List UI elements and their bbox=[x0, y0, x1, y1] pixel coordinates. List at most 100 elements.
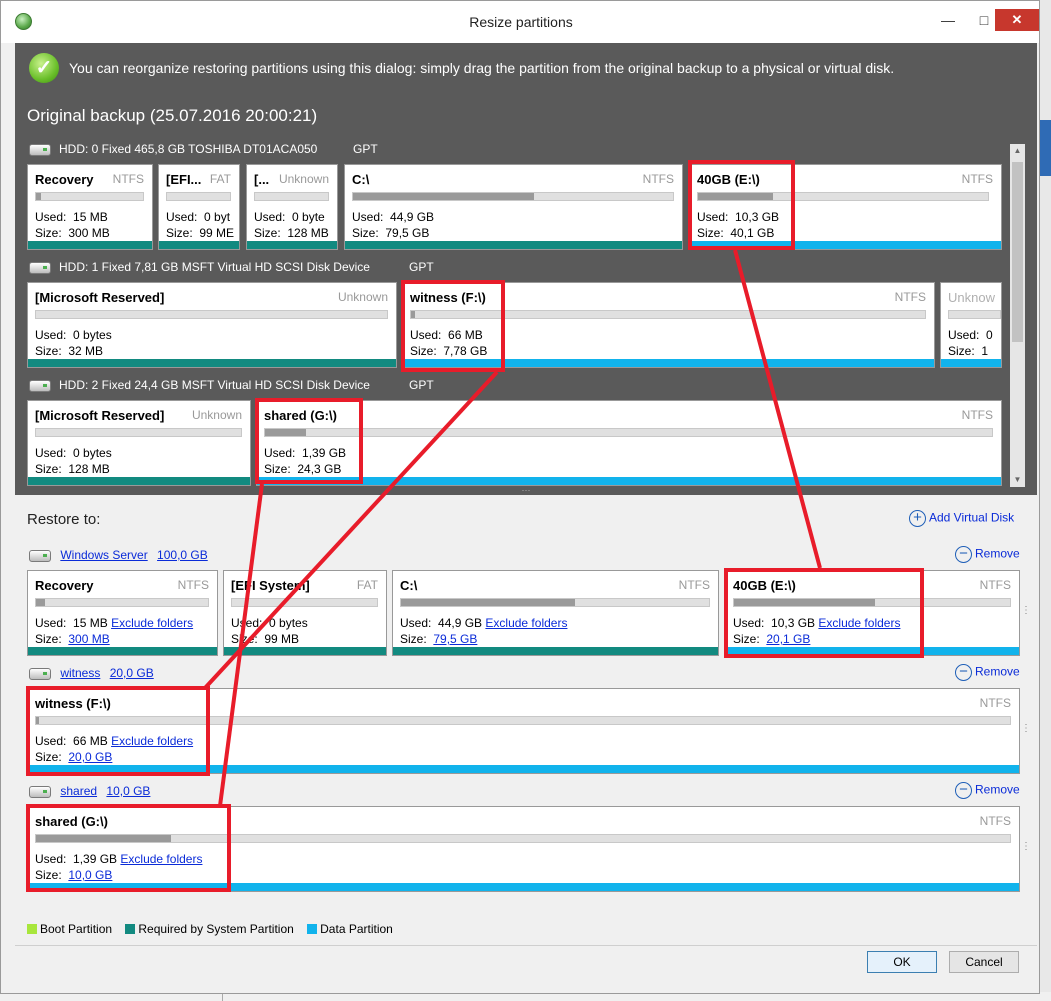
used-value: Used: 10,3 GB Exclude folders bbox=[733, 616, 901, 630]
resize-grip-icon[interactable]: ⋮ bbox=[1021, 606, 1031, 621]
partition-legend: Boot Partition Required by System Partit… bbox=[27, 922, 403, 936]
disk-scheme: GPT bbox=[353, 142, 378, 156]
exclude-folders-link[interactable]: Exclude folders bbox=[111, 616, 193, 630]
size-link[interactable]: 79,5 GB bbox=[433, 632, 477, 646]
cancel-button[interactable]: Cancel bbox=[949, 951, 1019, 973]
orig-partition-witness-f[interactable]: witness (F:\) NTFS Used: 66 MB Size: 7,7… bbox=[402, 282, 935, 368]
partition-fs: NTFS bbox=[642, 172, 674, 186]
partition-name: Unknow bbox=[948, 290, 995, 305]
partition-name: C:\ bbox=[400, 578, 418, 593]
minimize-button[interactable]: — bbox=[933, 9, 963, 31]
orig-partition-ms-reserved-2[interactable]: [Microsoft Reserved] Unknown Used: 0 byt… bbox=[27, 400, 251, 486]
restore-partition-c[interactable]: C:\ NTFS Used: 44,9 GB Exclude folders S… bbox=[392, 570, 719, 656]
orig-partition-40gb-e[interactable]: 40GB (E:\) NTFS Used: 10,3 GB Size: 40,1… bbox=[689, 164, 1002, 250]
orig-partition-unknown-2[interactable]: Unknow Used: 0 Size: 1 bbox=[940, 282, 1002, 368]
orig-partition-unknown[interactable]: [... Unknown Used: 0 byte Size: 128 MB bbox=[246, 164, 338, 250]
usage-bar bbox=[35, 428, 242, 437]
type-strip bbox=[345, 241, 682, 249]
disk-capacity-link[interactable]: 100,0 GB bbox=[157, 548, 208, 562]
hard-drive-icon bbox=[29, 143, 51, 156]
restore-partition-efi-system[interactable]: [EFI System] FAT Used: 0 bytes Size: 99 … bbox=[223, 570, 387, 656]
resize-grip-icon[interactable]: ⋮ bbox=[1021, 724, 1031, 739]
size-link[interactable]: 20,0 GB bbox=[68, 750, 112, 764]
used-value: Used: 15 MB Exclude folders bbox=[35, 616, 194, 630]
legend-boot: Boot Partition bbox=[27, 922, 112, 936]
partition-fs: NTFS bbox=[961, 408, 993, 422]
remove-disk-2-button[interactable]: − Remove bbox=[955, 782, 1020, 799]
window-title: Resize partitions bbox=[469, 14, 573, 30]
type-strip bbox=[690, 241, 1001, 249]
orig-partition-recovery[interactable]: Recovery NTFS Used: 15 MB Size: 300 MB bbox=[27, 164, 153, 250]
type-strip bbox=[28, 647, 217, 655]
size-link[interactable]: 10,0 GB bbox=[68, 868, 112, 882]
usage-bar bbox=[35, 598, 209, 607]
size-value: Size: 128 MB bbox=[254, 226, 329, 240]
ok-button[interactable]: OK bbox=[867, 951, 937, 973]
size-value: Size: 99 ME bbox=[166, 226, 235, 240]
resize-grip-icon[interactable]: ⋮ bbox=[1021, 842, 1031, 857]
remove-disk-1-button[interactable]: − Remove bbox=[955, 664, 1020, 681]
type-strip bbox=[403, 359, 934, 367]
exclude-folders-link[interactable]: Exclude folders bbox=[485, 616, 567, 630]
original-panel-scrollbar[interactable]: ▲ ▼ bbox=[1010, 144, 1025, 487]
partition-name: [EFI... bbox=[166, 172, 202, 187]
usage-bar bbox=[35, 192, 144, 201]
restore-partition-40gb-e[interactable]: 40GB (E:\) NTFS Used: 10,3 GB Exclude fo… bbox=[725, 570, 1020, 656]
exclude-folders-link[interactable]: Exclude folders bbox=[818, 616, 900, 630]
orig-partition-c[interactable]: C:\ NTFS Used: 44,9 GB Size: 79,5 GB bbox=[344, 164, 683, 250]
minus-circle-icon: − bbox=[955, 782, 972, 799]
scroll-thumb[interactable] bbox=[1012, 162, 1023, 342]
used-value: Used: 0 bytes bbox=[35, 446, 112, 460]
disk-capacity-link[interactable]: 10,0 GB bbox=[106, 784, 150, 798]
size-link[interactable]: 300 MB bbox=[68, 632, 109, 646]
minus-circle-icon: − bbox=[955, 546, 972, 563]
disk-capacity-link[interactable]: 20,0 GB bbox=[110, 666, 154, 680]
usage-bar bbox=[400, 598, 710, 607]
size-value: Size: 1 bbox=[948, 344, 989, 358]
scroll-down-icon[interactable]: ▼ bbox=[1010, 473, 1025, 487]
usage-bar bbox=[733, 598, 1011, 607]
partition-name: 40GB (E:\) bbox=[733, 578, 796, 593]
type-strip bbox=[159, 241, 239, 249]
disk-name-link[interactable]: shared bbox=[60, 784, 97, 798]
restore-disk-1-header: witness 20,0 GB bbox=[29, 665, 154, 681]
close-button[interactable]: ✕ bbox=[995, 9, 1039, 31]
restore-partition-witness-f[interactable]: witness (F:\) NTFS Used: 66 MB Exclude f… bbox=[27, 688, 1020, 774]
partition-name: shared (G:\) bbox=[264, 408, 337, 423]
panel-splitter[interactable]: ⋯ bbox=[15, 486, 1037, 495]
size-value: Size: 79,5 GB bbox=[400, 632, 478, 646]
partition-fs: Unknown bbox=[278, 172, 329, 186]
original-disk-2-header: HDD: 2 Fixed 24,4 GB MSFT Virtual HD SCS… bbox=[29, 377, 434, 393]
restore-partition-shared-g[interactable]: shared (G:\) NTFS Used: 1,39 GB Exclude … bbox=[27, 806, 1020, 892]
original-backup-title: Original backup (25.07.2016 20:00:21) bbox=[27, 106, 318, 125]
exclude-folders-link[interactable]: Exclude folders bbox=[111, 734, 193, 748]
size-value: Size: 20,0 GB bbox=[35, 750, 113, 764]
size-link[interactable]: 20,1 GB bbox=[766, 632, 810, 646]
orig-partition-shared-g[interactable]: shared (G:\) NTFS Used: 1,39 GB Size: 24… bbox=[256, 400, 1002, 486]
orig-partition-efi[interactable]: [EFI... FAT Used: 0 byt Size: 99 ME bbox=[158, 164, 240, 250]
used-value: Used: 1,39 GB bbox=[264, 446, 347, 460]
hard-drive-icon bbox=[29, 261, 51, 274]
partition-fs: NTFS bbox=[961, 172, 993, 186]
used-value: Used: 66 MB bbox=[410, 328, 483, 342]
disk-scheme: GPT bbox=[409, 378, 434, 392]
disk-name-link[interactable]: Windows Server bbox=[60, 548, 147, 562]
restore-partition-recovery[interactable]: Recovery NTFS Used: 15 MB Exclude folder… bbox=[27, 570, 218, 656]
scroll-up-icon[interactable]: ▲ bbox=[1010, 144, 1025, 158]
partition-name: [... bbox=[254, 172, 270, 187]
add-virtual-disk-button[interactable]: + Add Virtual Disk bbox=[909, 510, 1014, 527]
usage-bar bbox=[35, 716, 1011, 725]
remove-disk-0-button[interactable]: − Remove bbox=[955, 546, 1020, 563]
used-value: Used: 1,39 GB Exclude folders bbox=[35, 852, 203, 866]
used-value: Used: 66 MB Exclude folders bbox=[35, 734, 194, 748]
usage-bar bbox=[352, 192, 674, 201]
size-value: Size: 32 MB bbox=[35, 344, 104, 358]
type-strip bbox=[941, 359, 1001, 367]
type-strip bbox=[28, 765, 1019, 773]
disk-name-link[interactable]: witness bbox=[60, 666, 100, 680]
partition-name: [Microsoft Reserved] bbox=[35, 408, 165, 423]
exclude-folders-link[interactable]: Exclude folders bbox=[120, 852, 202, 866]
orig-partition-ms-reserved-1[interactable]: [Microsoft Reserved] Unknown Used: 0 byt… bbox=[27, 282, 397, 368]
size-value: Size: 10,0 GB bbox=[35, 868, 113, 882]
size-value: Size: 40,1 GB bbox=[697, 226, 775, 240]
